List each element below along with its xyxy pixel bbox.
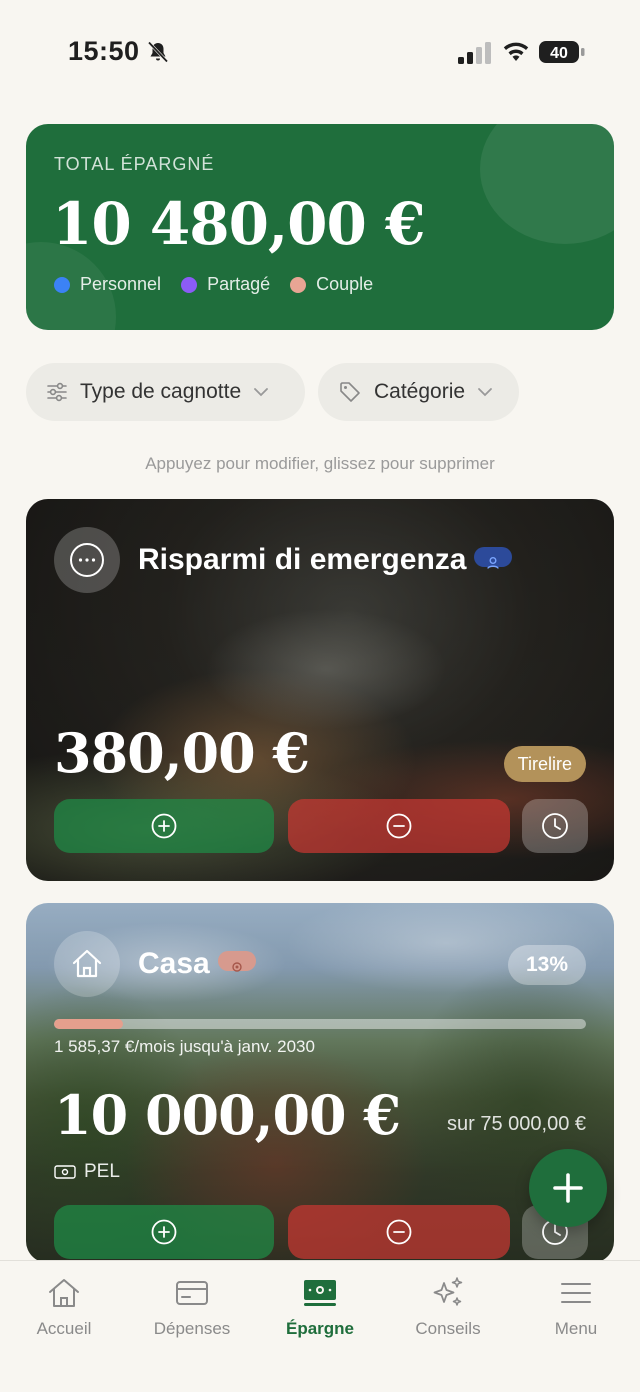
- card-actions: [54, 1205, 588, 1259]
- legend-label: Couple: [316, 274, 374, 294]
- legend-dot: [54, 276, 70, 293]
- tab-label: Dépenses: [153, 1319, 231, 1338]
- banknote-icon: [304, 1280, 336, 1306]
- tab-bar: Accueil Dépenses Épargne Conseils Menu: [0, 1260, 640, 1392]
- banknote-icon: [54, 1165, 76, 1179]
- wifi-icon: [503, 42, 529, 61]
- withdraw-money-button[interactable]: [288, 799, 510, 853]
- tab-depenses[interactable]: Dépenses: [128, 1275, 256, 1339]
- more-button[interactable]: [54, 527, 120, 593]
- card-title: Casa: [138, 947, 256, 981]
- status-bar: 15:50 40: [0, 0, 640, 104]
- home-icon: [72, 949, 102, 978]
- sparkles-icon: [433, 1277, 463, 1306]
- progress-bar: [54, 1019, 586, 1029]
- couple-icon: [232, 962, 242, 972]
- account-type-label: PEL: [84, 1161, 120, 1182]
- tab-accueil[interactable]: Accueil: [0, 1275, 128, 1339]
- plus-icon: [553, 1173, 583, 1203]
- bell-muted-icon: [147, 41, 169, 63]
- history-button[interactable]: [522, 799, 588, 853]
- total-label: TOTAL ÉPARGNÉ: [54, 154, 215, 174]
- chevron-down-icon: [478, 388, 492, 397]
- total-savings-card: TOTAL ÉPARGNÉ 10 480,00 € Personnel Part…: [26, 124, 614, 330]
- legend-dot: [181, 276, 198, 293]
- card-amount: 10 000,00 €: [54, 1083, 401, 1147]
- legend-dot: [290, 276, 307, 293]
- tab-label: Épargne: [285, 1319, 355, 1338]
- plus-circle-icon: [151, 1219, 177, 1245]
- card-title: Risparmi di emergenza: [138, 543, 513, 577]
- account-type: PEL: [54, 1161, 120, 1183]
- card-amount: 380,00 €: [54, 721, 310, 785]
- legend-item-partage: Partagé: [181, 274, 270, 295]
- progress-percent-badge: 13%: [507, 945, 586, 985]
- legend-label: Personnel: [80, 274, 162, 294]
- battery-level: 40: [550, 45, 568, 62]
- minus-circle-icon: [386, 813, 412, 839]
- card-icon: [176, 1281, 208, 1305]
- sliders-icon: [47, 382, 67, 402]
- tab-label: Menu: [554, 1319, 598, 1338]
- chevron-down-icon: [254, 388, 269, 397]
- savings-card-emergency[interactable]: Risparmi di emergenza 380,00 € Tirelire: [26, 499, 614, 881]
- clock-icon: [542, 813, 568, 839]
- tab-epargne[interactable]: Épargne: [256, 1275, 384, 1339]
- monthly-plan-text: 1 585,37 €/mois jusqu'à janv. 2030: [54, 1037, 315, 1056]
- filter-category-button[interactable]: Catégorie: [318, 363, 519, 421]
- card-title-text: Casa: [138, 947, 210, 980]
- legend: Personnel Partagé Couple: [54, 274, 373, 295]
- savings-card-casa[interactable]: Casa 13% 1 585,37 €/mois jusqu'à janv. 2…: [26, 903, 614, 1263]
- decorative-circle: [480, 124, 614, 244]
- more-icon: [70, 543, 104, 577]
- user-icon: [487, 557, 500, 569]
- tab-conseils[interactable]: Conseils: [384, 1275, 512, 1339]
- tab-menu[interactable]: Menu: [512, 1275, 640, 1339]
- home-icon: [49, 1279, 79, 1307]
- filter-type-label: Type de cagnotte: [80, 380, 242, 403]
- filter-category-label: Catégorie: [374, 380, 466, 403]
- legend-item-couple: Couple: [290, 274, 373, 295]
- owner-couple-badge: [217, 951, 256, 972]
- tab-label: Accueil: [36, 1319, 92, 1338]
- add-money-button[interactable]: [54, 1205, 274, 1259]
- status-time: 15:50: [68, 36, 140, 66]
- progress-fill: [54, 1019, 124, 1029]
- add-savings-fab[interactable]: [529, 1149, 607, 1227]
- battery-icon: 40: [539, 41, 585, 63]
- owner-personal-badge: [474, 547, 513, 569]
- filter-type-button[interactable]: Type de cagnotte: [26, 363, 305, 421]
- signal-icon: [458, 42, 491, 64]
- target-amount: sur 75 000,00 €: [447, 1113, 586, 1135]
- legend-item-personnel: Personnel: [54, 274, 161, 295]
- tirelire-badge: Tirelire: [503, 746, 586, 782]
- add-money-button[interactable]: [54, 799, 274, 853]
- tag-icon: [340, 382, 360, 402]
- plus-circle-icon: [151, 813, 177, 839]
- minus-circle-icon: [386, 1219, 412, 1245]
- card-title-text: Risparmi di emergenza: [138, 543, 467, 576]
- total-amount: 10 480,00 €: [52, 190, 425, 258]
- card-actions: [54, 799, 588, 853]
- withdraw-money-button[interactable]: [288, 1205, 510, 1259]
- legend-label: Partagé: [207, 274, 271, 294]
- menu-icon: [561, 1283, 591, 1303]
- tab-label: Conseils: [415, 1319, 481, 1338]
- home-icon-circle: [54, 931, 120, 997]
- hint-text: Appuyez pour modifier, glissez pour supp…: [145, 454, 495, 473]
